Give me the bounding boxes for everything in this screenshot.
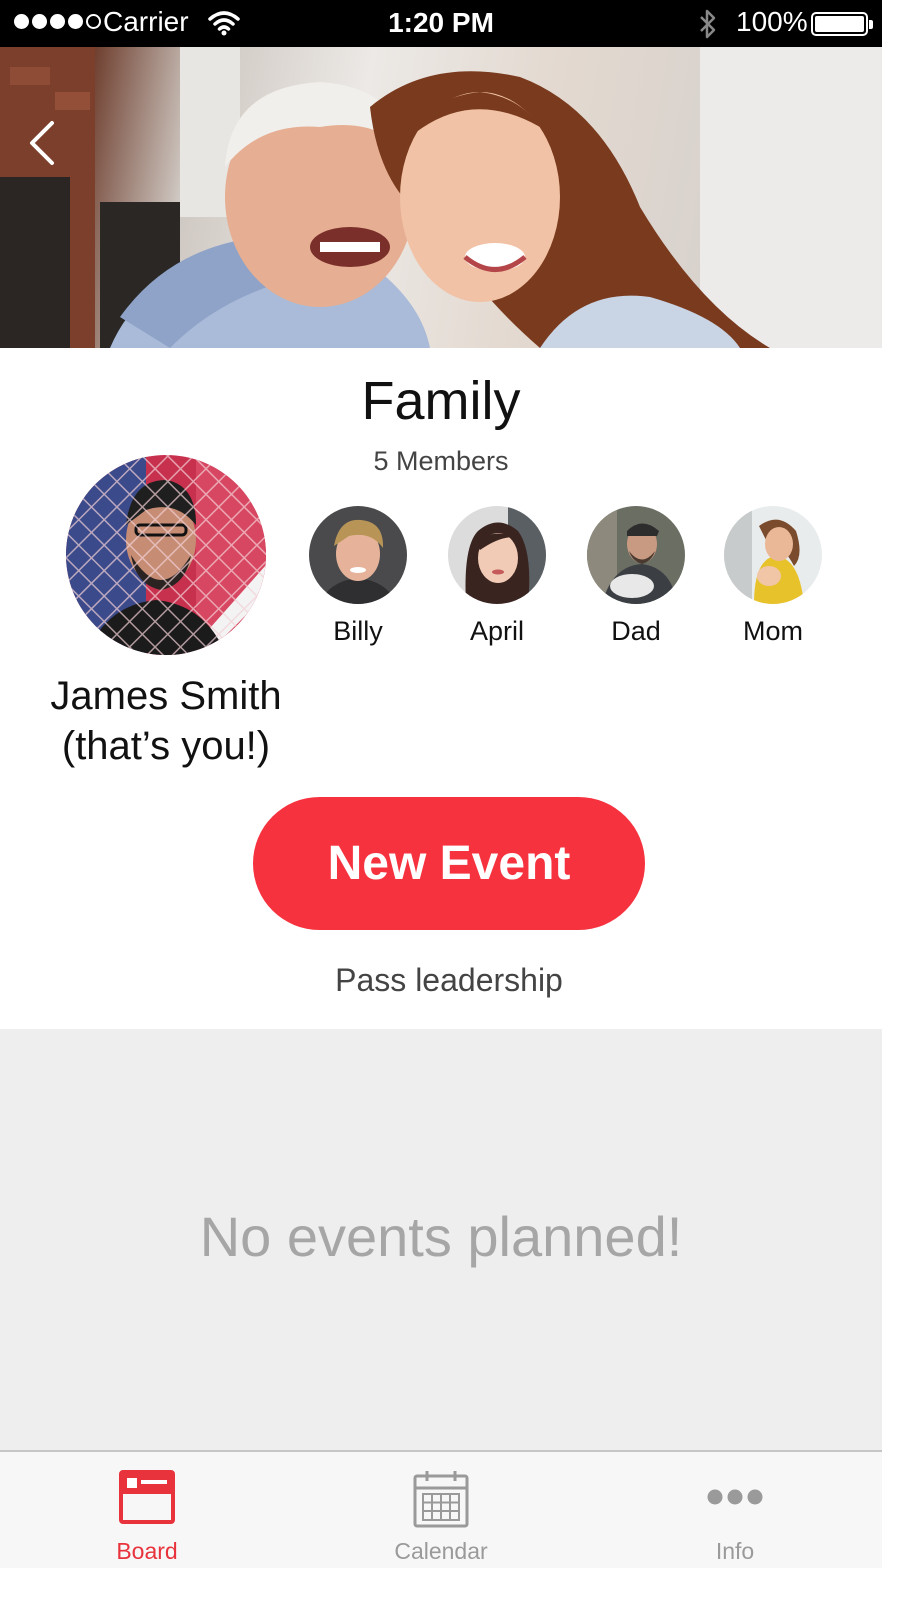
current-user-name: James Smith (that’s you!)	[20, 671, 312, 771]
calendar-icon	[413, 1470, 469, 1533]
member-name: Dad	[611, 616, 661, 646]
member-april[interactable]: April	[437, 506, 557, 647]
status-bar: Carrier 1:20 PM 100%	[0, 0, 882, 47]
battery-percentage: 100%	[736, 6, 808, 37]
more-dots-icon	[707, 1488, 763, 1511]
tab-label: Board	[116, 1538, 178, 1564]
tab-info[interactable]: Info	[645, 1452, 825, 1570]
chevron-left-icon	[30, 121, 54, 165]
group-title: Family	[361, 371, 521, 431]
events-empty-message: No events planned!	[199, 1205, 683, 1268]
group-cover-photo	[0, 47, 882, 348]
tab-bar: Board Calendar Info	[0, 1450, 882, 1568]
tab-label: Calendar	[394, 1538, 488, 1564]
new-event-button[interactable]: New Event	[253, 797, 645, 930]
member-dad[interactable]: Dad	[576, 506, 696, 647]
member-avatar	[587, 506, 685, 604]
board-icon	[119, 1470, 175, 1529]
pass-leadership-link[interactable]: Pass leadership	[0, 962, 898, 999]
current-user-name-line2: (that’s you!)	[61, 724, 271, 768]
member-avatar	[724, 506, 822, 604]
back-button[interactable]	[22, 109, 68, 177]
bluetooth-icon	[697, 8, 719, 45]
tab-calendar[interactable]: Calendar	[351, 1452, 531, 1570]
member-name: April	[469, 616, 524, 646]
tab-board[interactable]: Board	[57, 1452, 237, 1570]
member-mom[interactable]: Mom	[713, 506, 833, 647]
member-billy[interactable]: Billy	[298, 506, 418, 647]
member-name: Billy	[333, 616, 383, 646]
member-name: Mom	[743, 616, 803, 646]
member-avatar	[448, 506, 546, 604]
battery-icon	[811, 12, 873, 36]
member-avatar	[309, 506, 407, 604]
current-user-name-line1: James Smith	[50, 674, 282, 718]
current-user-avatar[interactable]	[66, 455, 266, 655]
tab-label: Info	[715, 1538, 755, 1564]
